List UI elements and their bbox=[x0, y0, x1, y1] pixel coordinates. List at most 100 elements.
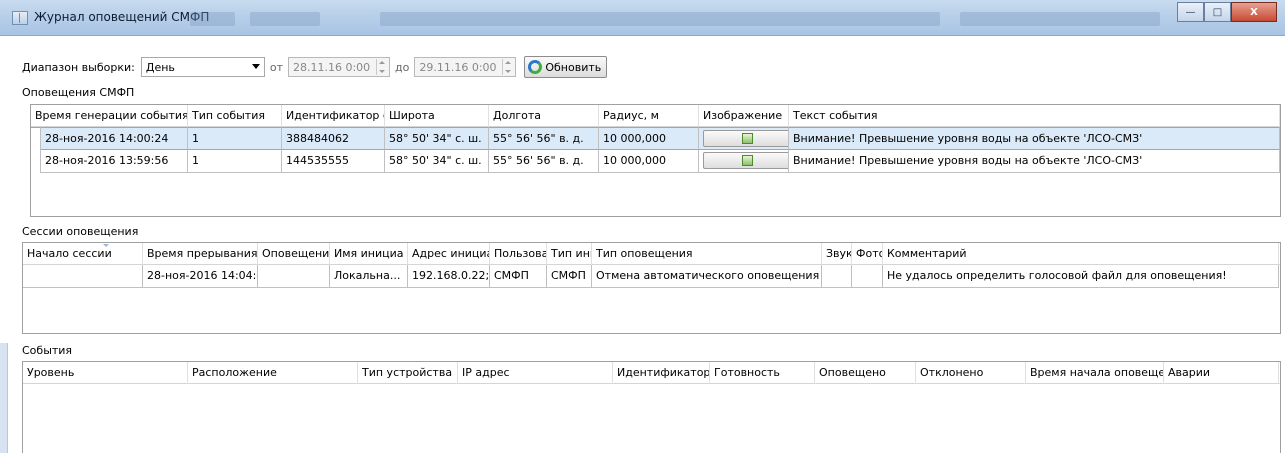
table-cell: 10 000,000 bbox=[599, 150, 699, 173]
range-mode-select[interactable]: День bbox=[140, 57, 265, 77]
blurred-toolbar-ghost bbox=[380, 12, 940, 26]
range-mode-value: День bbox=[145, 61, 175, 74]
table-cell: 55° 56' 56" в. д. bbox=[489, 127, 599, 150]
alerts-table: Время генерации события Тип события Иденти… bbox=[30, 104, 1281, 217]
alerts-header-row: Время генерации события Тип события Иденти… bbox=[31, 105, 1280, 127]
refresh-icon bbox=[528, 60, 543, 74]
blurred-toolbar-ghost bbox=[250, 12, 320, 26]
title-bar: Журнал оповещений СМФП — □ X bbox=[0, 0, 1285, 36]
alerts-section-label: Оповещения СМФП bbox=[22, 86, 135, 99]
sessions-column-header[interactable]: Фото bbox=[852, 243, 883, 265]
table-cell bbox=[258, 265, 330, 288]
table-cell: 58° 50' 34" с. ш. bbox=[385, 127, 489, 150]
events-column-header[interactable]: Аварии bbox=[1164, 362, 1279, 384]
events-column-header[interactable]: Уровень bbox=[23, 362, 188, 384]
sessions-column-header[interactable]: Адрес инициа bbox=[408, 243, 490, 265]
table-cell: Отмена автоматического оповещения bbox=[592, 265, 822, 288]
table-cell: 55° 56' 56" в. д. bbox=[489, 150, 599, 173]
events-column-header[interactable]: IP адрес bbox=[458, 362, 613, 384]
blurred-toolbar-ghost bbox=[960, 12, 1160, 26]
table-cell: Внимание! Превышение уровня воды на объе… bbox=[789, 127, 1280, 150]
refresh-label: Обновить bbox=[545, 60, 602, 74]
table-cell: 28-ноя-2016 13:59:56 bbox=[41, 150, 188, 173]
sessions-column-header[interactable]: Тип ини bbox=[547, 243, 592, 265]
events-section-label: События bbox=[22, 344, 73, 357]
events-column-header[interactable]: Расположение bbox=[188, 362, 358, 384]
sessions-column-header[interactable]: Имя инициа bbox=[330, 243, 408, 265]
from-datetime-value: 28.11.16 0:00 bbox=[293, 61, 371, 74]
table-cell: 58° 50' 34" с. ш. bbox=[385, 150, 489, 173]
close-button[interactable]: X bbox=[1231, 2, 1277, 22]
window-controls: — □ X bbox=[1177, 2, 1277, 24]
events-column-header[interactable]: Время начала оповещен bbox=[1026, 362, 1164, 384]
table-row[interactable]: 28-ноя-2016 14:00:24 1 388484062 58° 50' 34… bbox=[31, 127, 1280, 150]
row-indent bbox=[31, 127, 41, 150]
sessions-column-header[interactable]: Оповещени bbox=[258, 243, 330, 265]
table-cell bbox=[852, 265, 883, 288]
events-column-header[interactable]: Отклонено bbox=[916, 362, 1026, 384]
left-edge-strip bbox=[0, 343, 8, 453]
blurred-toolbar-ghost bbox=[190, 12, 235, 26]
range-label: Диапазон выборки: bbox=[22, 60, 135, 74]
table-cell: СМФП bbox=[490, 265, 547, 288]
events-table: Уровень Расположение Тип устройства IP адре… bbox=[22, 361, 1281, 453]
table-cell: Внимание! Превышение уровня воды на объе… bbox=[789, 150, 1280, 173]
refresh-button[interactable]: Обновить bbox=[524, 56, 608, 78]
alerts-column-header[interactable]: Время генерации события bbox=[31, 105, 188, 127]
sessions-column-header[interactable]: Время прерывания bbox=[143, 243, 258, 265]
table-cell: СМФП bbox=[547, 265, 592, 288]
alerts-column-header[interactable]: Идентификатор с bbox=[282, 105, 385, 127]
sessions-column-header[interactable]: Начало сессии bbox=[23, 243, 143, 265]
from-datetime-field[interactable]: 28.11.16 0:00 bbox=[288, 57, 390, 77]
table-row[interactable]: 28-ноя-2016 13:59:56 1 144535555 58° 50' 34… bbox=[31, 150, 1280, 173]
events-header-row: Уровень Расположение Тип устройства IP адре… bbox=[23, 362, 1280, 384]
view-image-button[interactable] bbox=[703, 130, 788, 147]
image-cell bbox=[699, 127, 789, 150]
minimize-button[interactable]: — bbox=[1177, 2, 1204, 22]
sessions-column-header[interactable]: Звук bbox=[822, 243, 852, 265]
sort-indicator-icon bbox=[103, 244, 109, 247]
table-row[interactable]: 28-ноя-2016 14:04:41 Локальна...192.168.0… bbox=[23, 265, 1280, 288]
alerts-column-header[interactable]: Текст события bbox=[789, 105, 1280, 127]
to-datetime-field[interactable]: 29.11.16 0:00 bbox=[414, 57, 517, 77]
table-cell: Локальна... bbox=[330, 265, 408, 288]
sessions-header-row: Начало сессии Время прерывания Оповещени Им… bbox=[23, 243, 1280, 265]
alerts-column-header[interactable]: Тип события bbox=[188, 105, 282, 127]
to-datetime-value: 29.11.16 0:00 bbox=[419, 61, 497, 74]
table-cell: 1 bbox=[188, 127, 282, 150]
table-cell: 10 000,000 bbox=[599, 127, 699, 150]
table-cell bbox=[23, 265, 143, 288]
table-cell: 144535555 bbox=[282, 150, 385, 173]
alerts-column-header[interactable]: Радиус, м bbox=[599, 105, 699, 127]
events-column-header[interactable]: Оповещено bbox=[815, 362, 916, 384]
table-cell: 28-ноя-2016 14:04:41 bbox=[143, 265, 258, 288]
events-column-header[interactable]: Идентификатор bbox=[613, 362, 710, 384]
table-cell: Не удалось определить голосовой файл для… bbox=[883, 265, 1279, 288]
events-column-header[interactable]: Тип устройства bbox=[358, 362, 458, 384]
app-icon bbox=[12, 11, 28, 25]
table-cell: 388484062 bbox=[282, 127, 385, 150]
events-column-header[interactable]: Готовность bbox=[710, 362, 815, 384]
to-label: до bbox=[395, 60, 410, 74]
sessions-column-header[interactable]: Тип оповещения bbox=[592, 243, 822, 265]
sessions-column-header[interactable]: Комментарий bbox=[883, 243, 1279, 265]
image-icon bbox=[741, 155, 753, 166]
sessions-section-label: Сессии оповещения bbox=[22, 225, 139, 238]
sessions-table: Начало сессии Время прерывания Оповещени Им… bbox=[22, 242, 1281, 334]
alerts-column-header[interactable]: Долгота bbox=[489, 105, 599, 127]
alerts-column-header[interactable]: Изображение bbox=[699, 105, 789, 127]
maximize-button[interactable]: □ bbox=[1204, 2, 1231, 22]
spin-buttons-icon[interactable] bbox=[376, 59, 388, 75]
table-cell: 192.168.0.22;... bbox=[408, 265, 490, 288]
row-indent bbox=[31, 150, 41, 173]
table-cell: 28-ноя-2016 14:00:24 bbox=[41, 127, 188, 150]
view-image-button[interactable] bbox=[703, 152, 788, 169]
alerts-column-header[interactable]: Широта bbox=[385, 105, 489, 127]
image-cell bbox=[699, 150, 789, 173]
chevron-down-icon bbox=[251, 64, 260, 69]
window-title: Журнал оповещений СМФП bbox=[34, 10, 210, 24]
sessions-column-header[interactable]: Пользоват bbox=[490, 243, 547, 265]
from-label: от bbox=[269, 60, 283, 74]
table-cell bbox=[822, 265, 852, 288]
spin-buttons-icon[interactable] bbox=[502, 59, 514, 75]
